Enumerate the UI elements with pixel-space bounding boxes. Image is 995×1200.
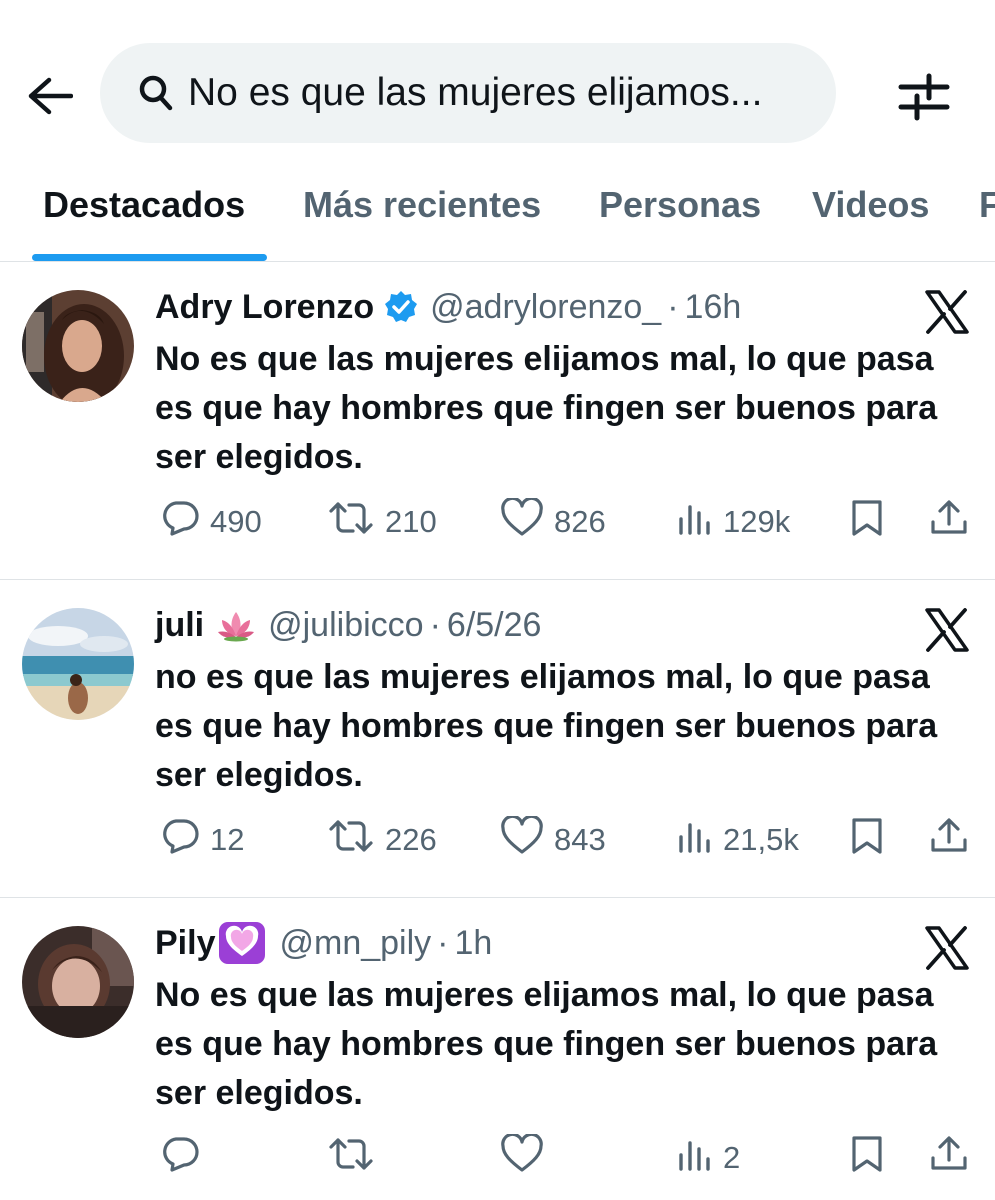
retweet-icon xyxy=(327,499,375,545)
tweet-author-handle[interactable]: @julibicco xyxy=(268,606,423,645)
reply-icon xyxy=(160,499,200,545)
like-button[interactable] xyxy=(500,1132,554,1183)
x-logo-icon xyxy=(925,926,969,970)
like-button[interactable]: 826 xyxy=(500,496,606,547)
tweet-author-handle[interactable]: @adrylorenzo_ xyxy=(430,288,661,327)
separator-dot: · xyxy=(667,287,679,326)
bookmark-button[interactable] xyxy=(849,1133,885,1183)
heart-icon xyxy=(500,1132,544,1182)
tweet-text: no es que las mujeres elijamos mal, lo q… xyxy=(155,658,938,794)
reply-icon xyxy=(160,1135,200,1181)
search-icon xyxy=(138,73,178,113)
tab-f[interactable]: F xyxy=(979,184,995,226)
share-icon xyxy=(929,498,969,546)
share-button[interactable] xyxy=(929,815,969,865)
bookmark-icon xyxy=(849,498,885,546)
tab-destacados[interactable]: Destacados xyxy=(43,184,245,226)
reply-button[interactable]: 490 xyxy=(160,497,262,547)
tweet-header: Pily @mn_pily · 1h xyxy=(155,921,492,965)
views-button[interactable]: 129k xyxy=(677,497,790,547)
tab-videos[interactable]: Videos xyxy=(812,184,929,226)
reply-icon xyxy=(160,817,200,863)
tweet-actions: 2 xyxy=(0,1132,995,1183)
tweet[interactable]: Pily @mn_pily · 1h No es que las mujeres… xyxy=(0,898,995,1200)
search-tabs: Destacados Más recientes Personas Videos… xyxy=(0,180,995,262)
purple-heart-emoji-icon xyxy=(217,920,267,966)
top-bar: No es que las mujeres elijamos... xyxy=(0,0,995,180)
tweet-actions: 490 210 826 129k xyxy=(0,496,995,547)
tweet-timestamp[interactable]: 16h xyxy=(685,288,742,327)
x-logo-icon xyxy=(925,608,969,652)
tweet-text: No es que las mujeres elijamos mal, lo q… xyxy=(155,976,938,1112)
separator-dot: · xyxy=(437,923,449,962)
reply-button[interactable] xyxy=(160,1133,210,1183)
retweet-icon xyxy=(327,1135,375,1181)
reply-button[interactable]: 12 xyxy=(160,815,244,865)
share-icon xyxy=(929,816,969,864)
reply-count: 490 xyxy=(210,504,262,539)
like-count: 843 xyxy=(554,822,606,857)
bookmark-icon xyxy=(849,1134,885,1182)
heart-icon xyxy=(500,814,544,864)
tweet-text: No es que las mujeres elijamos mal, lo q… xyxy=(155,340,938,476)
filter-settings-icon[interactable] xyxy=(895,68,953,124)
share-button[interactable] xyxy=(929,497,969,547)
retweet-button[interactable]: 210 xyxy=(327,497,437,547)
retweet-count: 226 xyxy=(385,822,437,857)
tab-mas-recientes[interactable]: Más recientes xyxy=(303,184,541,226)
avatar[interactable] xyxy=(22,608,134,720)
tweet[interactable]: juli @julibicco · 6/5/26 no es que las m… xyxy=(0,580,995,898)
avatar[interactable] xyxy=(22,926,134,1038)
tweet[interactable]: Adry Lorenzo @adrylorenzo_ · 16h No es q… xyxy=(0,262,995,580)
heart-icon xyxy=(500,496,544,546)
retweet-button[interactable] xyxy=(327,1133,385,1183)
reply-count: 12 xyxy=(210,822,245,857)
views-chart-icon xyxy=(677,1135,713,1181)
retweet-count: 210 xyxy=(385,504,437,539)
search-query-text: No es que las mujeres elijamos... xyxy=(188,71,763,114)
search-input[interactable]: No es que las mujeres elijamos... xyxy=(100,43,836,143)
tweet-author-handle[interactable]: @mn_pily xyxy=(279,924,431,963)
tweet-timestamp[interactable]: 1h xyxy=(454,924,492,963)
tweet-header: Adry Lorenzo @adrylorenzo_ · 16h xyxy=(155,285,741,329)
share-icon xyxy=(929,1134,969,1182)
bookmark-button[interactable] xyxy=(849,815,885,865)
views-button[interactable]: 21,5k xyxy=(677,815,799,865)
bookmark-icon xyxy=(849,816,885,864)
active-tab-indicator xyxy=(32,254,267,261)
views-count: 2 xyxy=(723,1140,741,1175)
back-arrow-icon[interactable] xyxy=(24,70,76,122)
views-count: 129k xyxy=(723,504,791,539)
retweet-button[interactable]: 226 xyxy=(327,815,437,865)
views-chart-icon xyxy=(677,499,713,545)
tweet-author-name[interactable]: juli xyxy=(155,606,204,645)
lotus-emoji-icon xyxy=(216,608,256,642)
tweet-header: juli @julibicco · 6/5/26 xyxy=(155,603,541,647)
tweet-timestamp[interactable]: 6/5/26 xyxy=(447,606,542,645)
verified-badge-icon xyxy=(384,290,418,324)
like-button[interactable]: 843 xyxy=(500,814,606,865)
avatar[interactable] xyxy=(22,290,134,402)
retweet-icon xyxy=(327,817,375,863)
tweet-author-name[interactable]: Pily xyxy=(155,924,215,963)
tab-personas[interactable]: Personas xyxy=(599,184,761,226)
views-chart-icon xyxy=(677,817,713,863)
bookmark-button[interactable] xyxy=(849,497,885,547)
separator-dot: · xyxy=(429,605,441,644)
tweet-author-name[interactable]: Adry Lorenzo xyxy=(155,288,374,327)
views-count: 21,5k xyxy=(723,822,799,857)
share-button[interactable] xyxy=(929,1133,969,1183)
x-logo-icon xyxy=(925,290,969,334)
like-count: 826 xyxy=(554,504,606,539)
views-button[interactable]: 2 xyxy=(677,1133,740,1183)
tweet-actions: 12 226 843 21,5k xyxy=(0,814,995,865)
